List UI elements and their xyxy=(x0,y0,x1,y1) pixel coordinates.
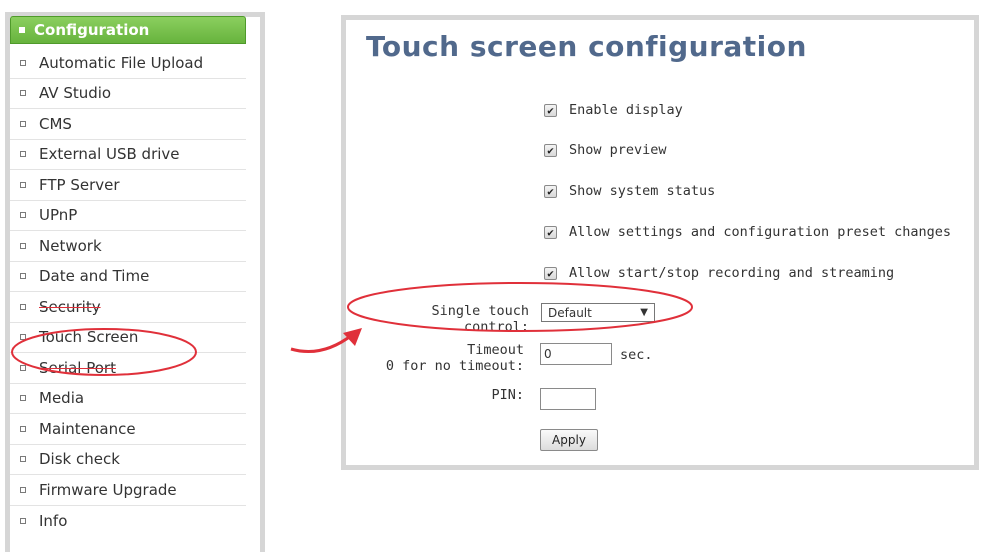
square-bullet-icon xyxy=(20,181,26,188)
allow-settings-checkbox[interactable]: ✔ xyxy=(544,225,557,239)
sidebar-header-configuration[interactable]: Configuration xyxy=(10,16,246,44)
allow-recording-row: ✔ Allow start/stop recording and streami… xyxy=(544,265,894,281)
dropdown-arrow-icon: ▼ xyxy=(640,307,648,318)
square-bullet-icon xyxy=(20,334,26,341)
square-bullet-icon xyxy=(20,120,26,127)
sidebar-header-label: Configuration xyxy=(34,21,150,39)
sidebar-item-maintenance[interactable]: Maintenance xyxy=(10,414,246,445)
timeout-label-line2: 0 for no timeout: xyxy=(385,358,524,374)
sidebar-item-external-usb-drive[interactable]: External USB drive xyxy=(10,140,246,170)
single-touch-label: Single touch control: xyxy=(431,303,529,335)
pin-input[interactable] xyxy=(540,388,596,410)
touch-screen-config-panel: Touch screen configuration ✔ Enable disp… xyxy=(341,15,979,470)
square-bullet-icon xyxy=(19,27,25,33)
sidebar-item-network[interactable]: Network xyxy=(10,231,246,262)
sidebar-item-label: Serial Port xyxy=(39,358,116,377)
square-bullet-icon xyxy=(20,151,26,158)
square-bullet-icon xyxy=(20,90,26,97)
sidebar-menu: Automatic File Upload AV Studio CMS Exte… xyxy=(10,48,246,536)
square-bullet-icon xyxy=(20,273,26,280)
enable-display-checkbox[interactable]: ✔ xyxy=(544,103,557,117)
sidebar-item-label: External USB drive xyxy=(39,145,180,164)
sidebar-item-info[interactable]: Info xyxy=(10,506,246,537)
timeout-unit: sec. xyxy=(620,347,653,363)
sidebar-item-label: AV Studio xyxy=(39,84,112,103)
sidebar-item-disk-check[interactable]: Disk check xyxy=(10,445,246,475)
sidebar-item-touch-screen[interactable]: Touch Screen xyxy=(10,323,246,353)
show-system-status-checkbox[interactable]: ✔ xyxy=(544,184,557,198)
square-bullet-icon xyxy=(20,212,26,219)
select-value: Default xyxy=(548,305,592,320)
allow-settings-row: ✔ Allow settings and configuration prese… xyxy=(544,224,951,240)
square-bullet-icon xyxy=(20,425,26,432)
square-bullet-icon xyxy=(20,395,26,402)
sidebar-item-label: Automatic File Upload xyxy=(39,53,204,72)
single-touch-select[interactable]: Default ▼ xyxy=(541,303,655,322)
sidebar-item-label: Network xyxy=(39,236,102,255)
checkbox-label: Show preview xyxy=(569,142,667,158)
square-bullet-icon xyxy=(20,517,26,524)
show-preview-row: ✔ Show preview xyxy=(544,142,667,158)
pin-label: PIN: xyxy=(491,387,524,403)
enable-display-row: ✔ Enable display xyxy=(544,102,683,118)
timeout-label-line1: Timeout xyxy=(467,342,524,358)
square-bullet-icon xyxy=(20,59,26,66)
sidebar-item-security[interactable]: Security xyxy=(10,292,246,323)
sidebar-item-serial-port[interactable]: Serial Port xyxy=(10,353,246,384)
sidebar-item-automatic-file-upload[interactable]: Automatic File Upload xyxy=(10,48,246,79)
show-system-status-row: ✔ Show system status xyxy=(544,183,715,199)
sidebar-item-media[interactable]: Media xyxy=(10,384,246,414)
sidebar-item-firmware-upgrade[interactable]: Firmware Upgrade xyxy=(10,475,246,506)
square-bullet-icon xyxy=(20,303,26,310)
sidebar-item-cms[interactable]: CMS xyxy=(10,109,246,140)
sidebar-item-upnp[interactable]: UPnP xyxy=(10,201,246,231)
checkbox-label: Allow settings and configuration preset … xyxy=(569,224,952,240)
sidebar-item-label: UPnP xyxy=(39,206,78,225)
sidebar-item-label: Disk check xyxy=(39,450,120,469)
square-bullet-icon xyxy=(20,456,26,463)
sidebar-item-ftp-server[interactable]: FTP Server xyxy=(10,170,246,201)
sidebar-item-label: Date and Time xyxy=(39,267,150,286)
allow-recording-checkbox[interactable]: ✔ xyxy=(544,266,557,280)
checkbox-label: Enable display xyxy=(569,102,683,118)
square-bullet-icon xyxy=(20,364,26,371)
checkbox-label: Allow start/stop recording and streaming xyxy=(569,265,895,281)
sidebar-item-label: Security xyxy=(39,297,101,316)
sidebar-item-label: FTP Server xyxy=(39,175,120,194)
page-title: Touch screen configuration xyxy=(366,30,807,63)
sidebar-item-label: Info xyxy=(39,511,68,530)
timeout-label: Timeout 0 for no timeout: xyxy=(346,342,524,374)
checkbox-label: Show system status xyxy=(569,183,716,199)
sidebar-item-label: Maintenance xyxy=(39,419,136,438)
square-bullet-icon xyxy=(20,486,26,493)
timeout-input[interactable]: 0 xyxy=(540,343,612,365)
sidebar-item-av-studio[interactable]: AV Studio xyxy=(10,79,246,109)
sidebar-item-label: CMS xyxy=(39,114,72,133)
square-bullet-icon xyxy=(20,242,26,249)
sidebar-item-date-and-time[interactable]: Date and Time xyxy=(10,262,246,292)
sidebar-item-label: Firmware Upgrade xyxy=(39,480,177,499)
apply-button[interactable]: Apply xyxy=(540,429,598,451)
show-preview-checkbox[interactable]: ✔ xyxy=(544,143,557,157)
sidebar-item-label: Media xyxy=(39,389,85,408)
sidebar-item-label: Touch Screen xyxy=(39,328,139,347)
